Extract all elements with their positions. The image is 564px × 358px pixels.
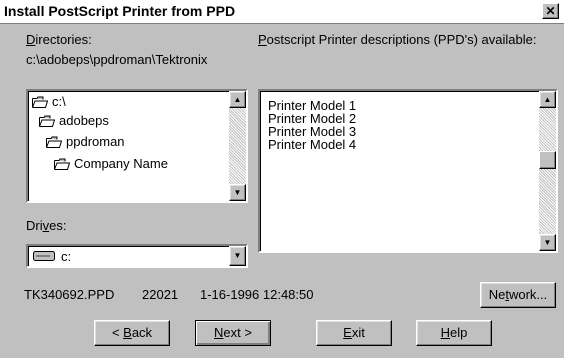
ppd-filename: TK340692.PPD <box>24 287 115 302</box>
arrow-up-icon: ▲ <box>233 95 242 104</box>
ppd-file-datetime: 1-16-1996 12:48:50 <box>200 287 314 302</box>
scroll-up-button[interactable]: ▲ <box>539 91 556 108</box>
ppd-list[interactable]: Printer Model 1 Printer Model 2 Printer … <box>258 89 558 253</box>
next-button[interactable]: Next > <box>195 320 271 346</box>
network-button[interactable]: Network... <box>480 282 556 308</box>
open-folder-icon <box>39 115 55 127</box>
open-folder-icon <box>46 136 62 148</box>
exit-button[interactable]: Exit <box>316 320 392 346</box>
directory-item-ppdroman[interactable]: ppdroman <box>46 133 125 151</box>
drive-icon <box>33 251 55 261</box>
directory-item-root[interactable]: c:\ <box>32 93 66 111</box>
drives-label: Drives: <box>26 218 67 233</box>
scroll-up-button[interactable]: ▲ <box>229 91 246 108</box>
close-icon: ✕ <box>545 4 556 18</box>
scroll-down-button[interactable]: ▼ <box>229 184 246 201</box>
chevron-down-icon: ▼ <box>233 251 242 260</box>
current-path: c:\adobeps\ppdroman\Tektronix <box>26 52 208 67</box>
ppd-scrollbar[interactable]: ▲ ▼ <box>539 91 556 251</box>
arrow-down-icon: ▼ <box>233 188 242 197</box>
ppd-file-size: 22021 <box>142 287 179 302</box>
window-title: Install PostScript Printer from PPD <box>4 3 236 19</box>
help-button[interactable]: Help <box>416 320 492 346</box>
open-folder-icon <box>54 158 70 170</box>
drives-selected-value: c: <box>61 249 72 264</box>
directories-label: Directories: <box>26 32 92 47</box>
ppd-item[interactable]: Printer Model 4 <box>268 138 356 152</box>
close-button[interactable]: ✕ <box>542 3 559 19</box>
open-folder-icon <box>32 96 48 108</box>
directory-item-adobeps[interactable]: adobeps <box>39 112 109 130</box>
directories-scrollbar[interactable]: ▲ ▼ <box>229 91 246 201</box>
title-bar: Install PostScript Printer from PPD ✕ <box>0 0 564 24</box>
scroll-down-button[interactable]: ▼ <box>539 234 556 251</box>
scroll-thumb[interactable] <box>539 151 556 169</box>
ppd-label: Postscript Printer descriptions (PPD's) … <box>258 32 537 47</box>
drives-dropdown-button[interactable]: ▼ <box>229 246 246 266</box>
directory-item-company-name[interactable]: Company Name <box>54 155 168 173</box>
drives-combobox[interactable]: c: ▼ <box>26 244 248 268</box>
arrow-up-icon: ▲ <box>543 95 552 104</box>
arrow-down-icon: ▼ <box>543 238 552 247</box>
back-button[interactable]: < Back <box>94 320 170 346</box>
directories-list[interactable]: c:\ adobeps ppdroman Company Name ▲ ▼ <box>26 89 248 203</box>
